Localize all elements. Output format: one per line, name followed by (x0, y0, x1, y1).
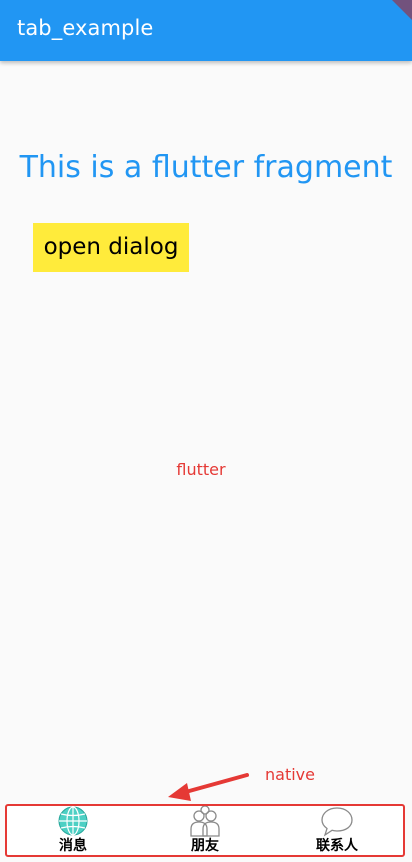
annotation-arrow-icon (168, 773, 249, 801)
native-region-highlight (5, 804, 405, 857)
